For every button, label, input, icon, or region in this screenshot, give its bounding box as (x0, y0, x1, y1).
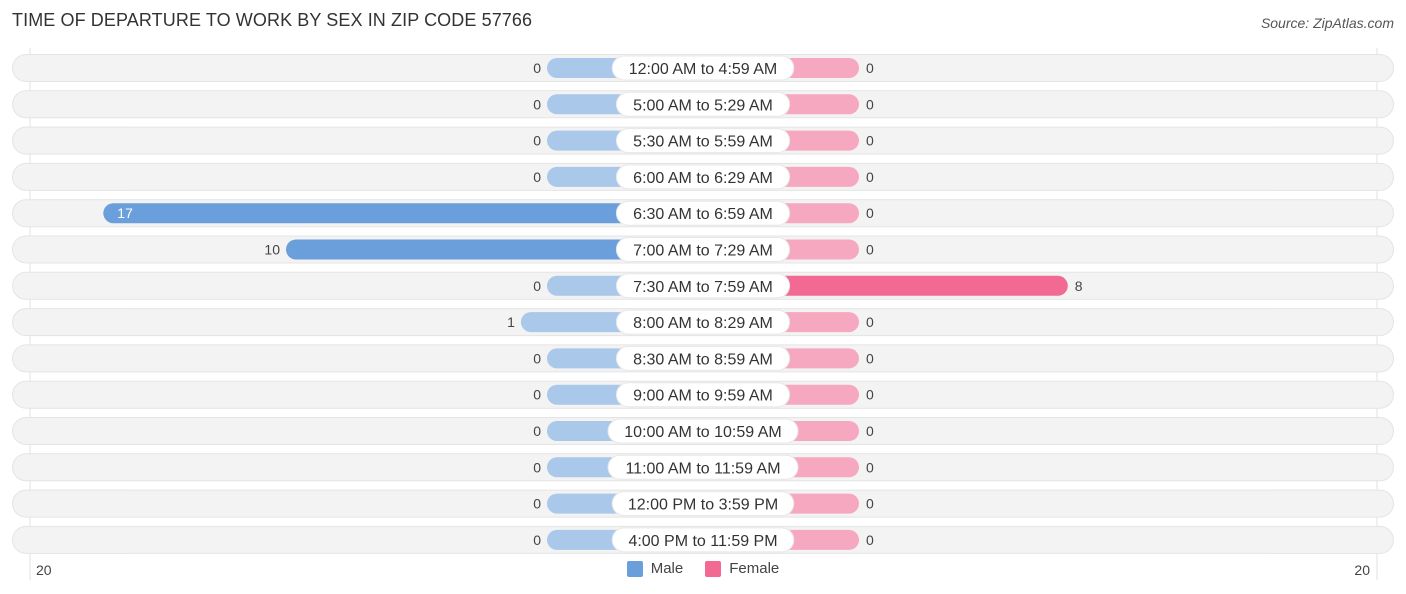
data-label-male: 0 (533, 60, 541, 76)
category-label: 6:30 AM to 6:59 AM (633, 206, 773, 223)
data-label-female: 0 (866, 350, 874, 366)
data-label-female: 0 (866, 387, 874, 403)
data-label-female: 0 (866, 423, 874, 439)
data-label-male: 0 (533, 496, 541, 512)
data-label-female: 0 (866, 60, 874, 76)
category-label: 8:00 AM to 8:29 AM (633, 315, 773, 332)
category-label: 5:00 AM to 5:29 AM (633, 97, 773, 114)
data-label-male: 1 (507, 314, 515, 330)
data-label-female: 0 (866, 459, 874, 475)
data-label-female: 0 (866, 496, 874, 512)
data-label-female: 0 (866, 133, 874, 149)
category-label: 11:00 AM to 11:59 AM (625, 460, 780, 477)
data-label-male: 0 (533, 532, 541, 548)
data-label-male: 0 (533, 387, 541, 403)
data-label-male: 0 (533, 133, 541, 149)
chart-svg: 0 0 12:00 AM to 4:59 AM 0 0 5:00 AM to 5:29 A… (12, 48, 1394, 580)
category-label: 4:00 PM to 11:59 PM (628, 533, 777, 550)
legend: Male Female (0, 560, 1406, 577)
category-label: 8:30 AM to 8:59 AM (633, 351, 773, 368)
category-label: 9:00 AM to 9:59 AM (633, 388, 773, 405)
category-label: 7:30 AM to 7:59 AM (633, 279, 773, 296)
data-label-male: 0 (533, 423, 541, 439)
data-label-female: 0 (866, 532, 874, 548)
data-label-female: 0 (866, 169, 874, 185)
data-label-male: 10 (264, 242, 280, 258)
legend-label-male: Male (650, 560, 684, 577)
category-label: 7:00 AM to 7:29 AM (633, 243, 773, 260)
legend-label-female: Female (729, 560, 780, 577)
data-label-female: 0 (866, 96, 874, 112)
category-label: 12:00 PM to 3:59 PM (628, 497, 778, 514)
data-label-male: 0 (533, 459, 541, 475)
legend-item-male[interactable]: Male (626, 560, 684, 577)
category-label: 10:00 AM to 10:59 AM (624, 424, 781, 441)
data-label-male: 17 (117, 205, 133, 221)
data-label-female: 0 (866, 242, 874, 258)
data-label-female: 0 (866, 314, 874, 330)
data-label-female: 0 (866, 205, 874, 221)
legend-swatch-male (626, 560, 643, 577)
bar-male (103, 203, 704, 224)
category-label: 6:00 AM to 6:29 AM (633, 170, 773, 187)
legend-swatch-female (705, 560, 722, 577)
category-label: 5:30 AM to 5:59 AM (633, 134, 773, 151)
data-label-male: 0 (533, 96, 541, 112)
data-label-male: 0 (533, 169, 541, 185)
data-label-male: 0 (533, 350, 541, 366)
data-label-male: 0 (533, 278, 541, 294)
category-label: 12:00 AM to 4:59 AM (629, 61, 778, 78)
data-label-female: 8 (1075, 278, 1083, 294)
legend-item-female[interactable]: Female (705, 560, 779, 577)
